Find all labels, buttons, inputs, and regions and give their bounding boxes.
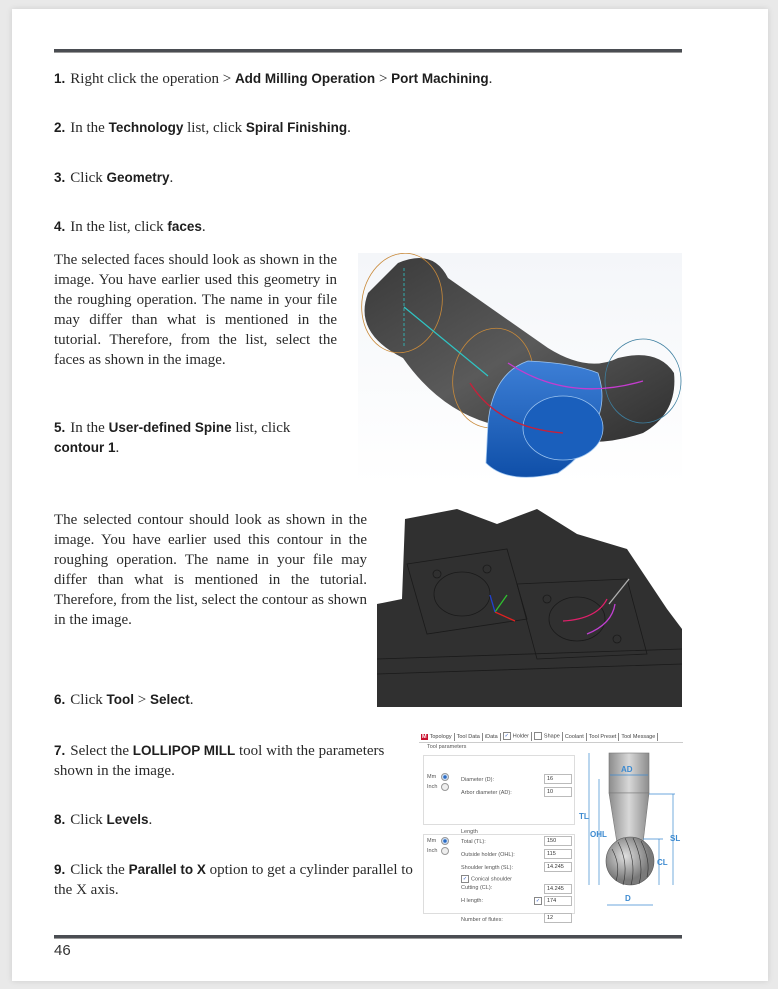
arbor-field[interactable]: 10 <box>544 787 572 797</box>
holder-checkbox[interactable]: ✓ <box>502 732 511 741</box>
hlength-label: H length: <box>461 898 484 904</box>
tab-holder[interactable]: ✓ Holder <box>501 732 532 741</box>
shape-checkbox[interactable] <box>533 732 542 741</box>
length-mm-radio[interactable] <box>441 837 449 845</box>
diameter-label: Diameter (D): <box>461 777 495 783</box>
diameter-field[interactable]: 16 <box>544 774 572 784</box>
footer-rule <box>54 935 682 939</box>
tab-tool-preset[interactable]: Tool Preset <box>587 732 620 741</box>
hlength-field[interactable]: 174 <box>544 896 572 906</box>
step-5: 5. In the User-defined Spine list, click … <box>54 420 291 456</box>
tab-tool-data[interactable]: Tool Data <box>455 732 483 741</box>
length-mm-label: Mm <box>427 838 437 844</box>
step-1: 1. Right click the operation > Add Millin… <box>54 71 493 87</box>
page-number: 46 <box>54 942 71 959</box>
contour-note: The selected contour should look as show… <box>54 512 367 628</box>
contour-image <box>377 509 682 707</box>
document-page: 1. Right click the operation > Add Millin… <box>12 9 768 981</box>
step-6: 6. Click Tool > Select. <box>54 692 194 708</box>
tab-coolant[interactable]: Coolant <box>563 732 587 741</box>
step-7: 7. Select the LOLLIPOP MILL tool with the… <box>54 743 385 779</box>
outside-field[interactable]: 115 <box>544 849 572 859</box>
step-4: 4. In the list, click faces. <box>54 219 206 235</box>
faces-note: The selected faces should look as shown … <box>54 252 337 368</box>
faces-image <box>358 253 682 485</box>
label-tl: TL <box>579 812 589 821</box>
mm-label: Mm <box>427 774 437 780</box>
step-8: 8. Click Levels. <box>54 812 153 828</box>
label-sl: SL <box>670 834 680 843</box>
dialog-tabs: M Topology Tool Data iData ✓ Holder Shape … <box>419 731 683 743</box>
step-3: 3. Click Geometry. <box>54 170 174 186</box>
cutting-field[interactable]: 14.245 <box>544 884 572 894</box>
group-tool-parameters: Tool parameters <box>427 744 467 750</box>
length-inch-radio[interactable] <box>441 847 449 855</box>
step-2: 2. In the Technology list, click Spiral F… <box>54 120 351 136</box>
label-cl: CL <box>657 858 668 867</box>
conical-shoulder[interactable]: ✓ Conical shoulder <box>461 875 512 883</box>
conical-checkbox[interactable]: ✓ <box>461 875 469 883</box>
length-inch-label: Inch <box>427 848 438 854</box>
flutes-field[interactable]: 12 <box>544 913 572 923</box>
inch-radio[interactable] <box>441 783 449 791</box>
header-rule <box>54 49 682 53</box>
step-9: 9. Click the Parallel to X option to get … <box>54 862 413 898</box>
label-d: D <box>625 894 631 903</box>
tab-shape[interactable]: Shape <box>532 732 563 741</box>
tab-idata[interactable]: iData <box>483 732 501 741</box>
shoulder-field[interactable]: 14.245 <box>544 862 572 872</box>
mm-radio[interactable] <box>441 773 449 781</box>
total-label: Total (TL): <box>461 839 486 845</box>
cutting-label: Cutting (CL): <box>461 885 493 891</box>
tab-topology[interactable]: M Topology <box>419 732 455 741</box>
outside-label: Outside holder (OHL): <box>461 852 515 858</box>
tool-parameters-dialog: M Topology Tool Data iData ✓ Holder Shape … <box>419 731 683 923</box>
label-ohl: OHL <box>590 830 607 839</box>
tab-tool-message[interactable]: Tool Message <box>619 732 659 741</box>
flutes-label: Number of flutes: <box>461 917 503 923</box>
lollipop-tool-diagram: AD TL OHL SL CL D <box>579 752 680 906</box>
shoulder-label: Shoulder length (SL): <box>461 865 513 871</box>
hlength-checkbox[interactable]: ✓ <box>534 897 542 905</box>
arbor-label: Arbor diameter (AD): <box>461 790 512 796</box>
app-logo-icon: M <box>421 733 428 740</box>
total-field[interactable]: 150 <box>544 836 572 846</box>
inch-label: Inch <box>427 784 438 790</box>
label-ad: AD <box>621 765 633 774</box>
